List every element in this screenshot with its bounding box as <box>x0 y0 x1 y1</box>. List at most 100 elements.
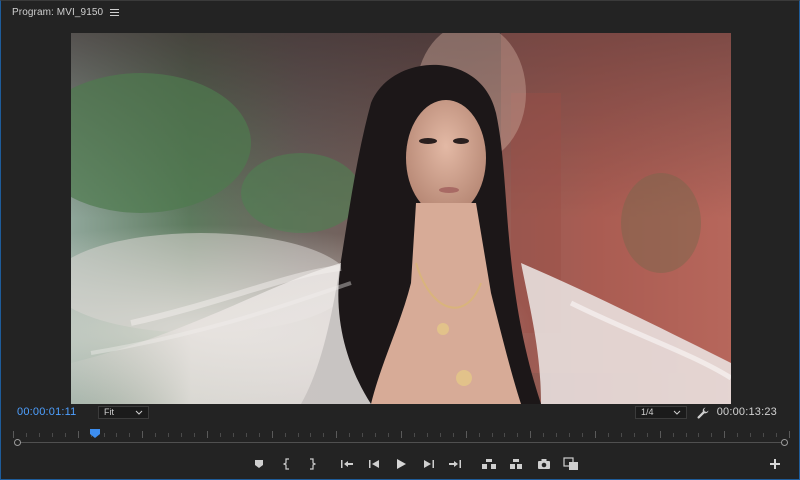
mark-in-icon <box>283 458 289 470</box>
time-ruler[interactable] <box>13 426 790 448</box>
ruler-tick <box>492 433 493 437</box>
ruler-tick <box>479 433 480 437</box>
ruler-tick <box>26 433 27 437</box>
current-timecode[interactable]: 00:00:01:11 <box>17 406 77 418</box>
ruler-tick <box>530 431 531 438</box>
ruler-tick <box>789 431 790 438</box>
ruler-tick <box>414 433 415 437</box>
chevron-down-icon <box>135 410 143 415</box>
export-frame-button[interactable] <box>536 456 552 472</box>
duration-timecode: 00:00:13:23 <box>716 406 777 418</box>
ruler-tick <box>272 431 273 438</box>
ruler-tick <box>724 431 725 438</box>
hamburger-menu-icon[interactable] <box>110 8 120 16</box>
ruler-tick <box>453 433 454 437</box>
mark-in-button[interactable] <box>279 456 295 472</box>
timecode-row: 00:00:01:11 Fit 1/4 00:00:13:23 <box>1 404 799 422</box>
play-icon <box>397 459 406 469</box>
ruler-tick <box>776 433 777 437</box>
go-to-in-button[interactable] <box>339 456 355 472</box>
extract-button[interactable] <box>508 456 524 472</box>
zoom-scroll-bar[interactable] <box>17 442 785 443</box>
program-monitor-panel: Program: MVI_9150 00:00:01:11 Fit 1/4 00… <box>0 0 800 480</box>
plus-icon[interactable] <box>767 456 783 472</box>
ruler-tick <box>569 433 570 437</box>
ruler-tick <box>686 433 687 437</box>
ruler-tick <box>608 433 609 437</box>
ruler-tick <box>582 433 583 437</box>
comparison-view-button[interactable] <box>563 456 579 472</box>
playback-resolution-select[interactable]: 1/4 <box>635 406 687 419</box>
zoom-handle-right[interactable] <box>781 439 788 446</box>
comparison-view-icon <box>563 457 578 470</box>
ruler-tick <box>517 433 518 437</box>
ruler-tick <box>362 433 363 437</box>
ruler-tick <box>737 433 738 437</box>
playhead-marker[interactable] <box>90 429 100 438</box>
ruler-tick <box>763 433 764 437</box>
ruler-tick <box>466 431 467 438</box>
mark-out-button[interactable] <box>304 456 320 472</box>
lift-button[interactable] <box>481 456 497 472</box>
ruler-tick <box>388 433 389 437</box>
ruler-tick <box>660 431 661 438</box>
ruler-tick <box>711 433 712 437</box>
lift-icon <box>482 459 496 469</box>
ruler-tick <box>595 431 596 438</box>
ruler-tick <box>52 433 53 437</box>
transport-controls <box>1 455 799 473</box>
add-marker-button[interactable] <box>251 456 267 472</box>
mark-out-icon <box>310 458 316 470</box>
ruler-tick <box>220 433 221 437</box>
ruler-tick <box>750 433 751 437</box>
step-forward-icon <box>424 460 434 468</box>
ruler-tick <box>440 433 441 437</box>
panel-header: Program: MVI_9150 <box>1 1 799 23</box>
camera-icon <box>538 459 550 469</box>
ruler-tick <box>543 433 544 437</box>
ruler-tick <box>310 433 311 437</box>
play-button[interactable] <box>393 456 409 472</box>
ruler-tick <box>336 431 337 438</box>
ruler-tick <box>194 433 195 437</box>
chevron-down-icon <box>673 410 681 415</box>
video-preview[interactable] <box>71 33 731 404</box>
go-to-out-icon <box>449 460 461 468</box>
zoom-level-value: Fit <box>104 407 114 417</box>
ruler-tick <box>285 433 286 437</box>
ruler-tick <box>647 433 648 437</box>
video-frame-image <box>71 33 731 404</box>
zoom-level-select[interactable]: Fit <box>98 406 149 419</box>
wrench-icon[interactable] <box>696 406 710 420</box>
ruler-tick <box>65 433 66 437</box>
ruler-tick <box>207 431 208 438</box>
ruler-tick <box>168 433 169 437</box>
ruler-tick <box>323 433 324 437</box>
go-to-out-button[interactable] <box>447 456 463 472</box>
ruler-tick <box>233 433 234 437</box>
panel-title[interactable]: Program: MVI_9150 <box>12 7 103 18</box>
ruler-tick <box>504 433 505 437</box>
ruler-tick <box>78 431 79 438</box>
zoom-handle-left[interactable] <box>14 439 21 446</box>
ruler-tick <box>621 433 622 437</box>
ruler-tick <box>349 433 350 437</box>
ruler-tick <box>673 433 674 437</box>
ruler-tick <box>246 433 247 437</box>
ruler-tick <box>401 431 402 438</box>
ruler-tick <box>104 433 105 437</box>
playback-resolution-value: 1/4 <box>641 407 654 417</box>
extract-icon <box>510 459 522 469</box>
step-forward-button[interactable] <box>421 456 437 472</box>
ruler-tick <box>155 433 156 437</box>
ruler-tick <box>39 433 40 437</box>
ruler-tick <box>427 433 428 437</box>
ruler-tick <box>129 433 130 437</box>
step-back-button[interactable] <box>366 456 382 472</box>
ruler-tick <box>298 433 299 437</box>
ruler-tick <box>116 433 117 437</box>
step-back-icon <box>369 460 379 468</box>
ruler-tick <box>698 433 699 437</box>
ruler-tick <box>556 433 557 437</box>
ruler-tick <box>142 431 143 438</box>
